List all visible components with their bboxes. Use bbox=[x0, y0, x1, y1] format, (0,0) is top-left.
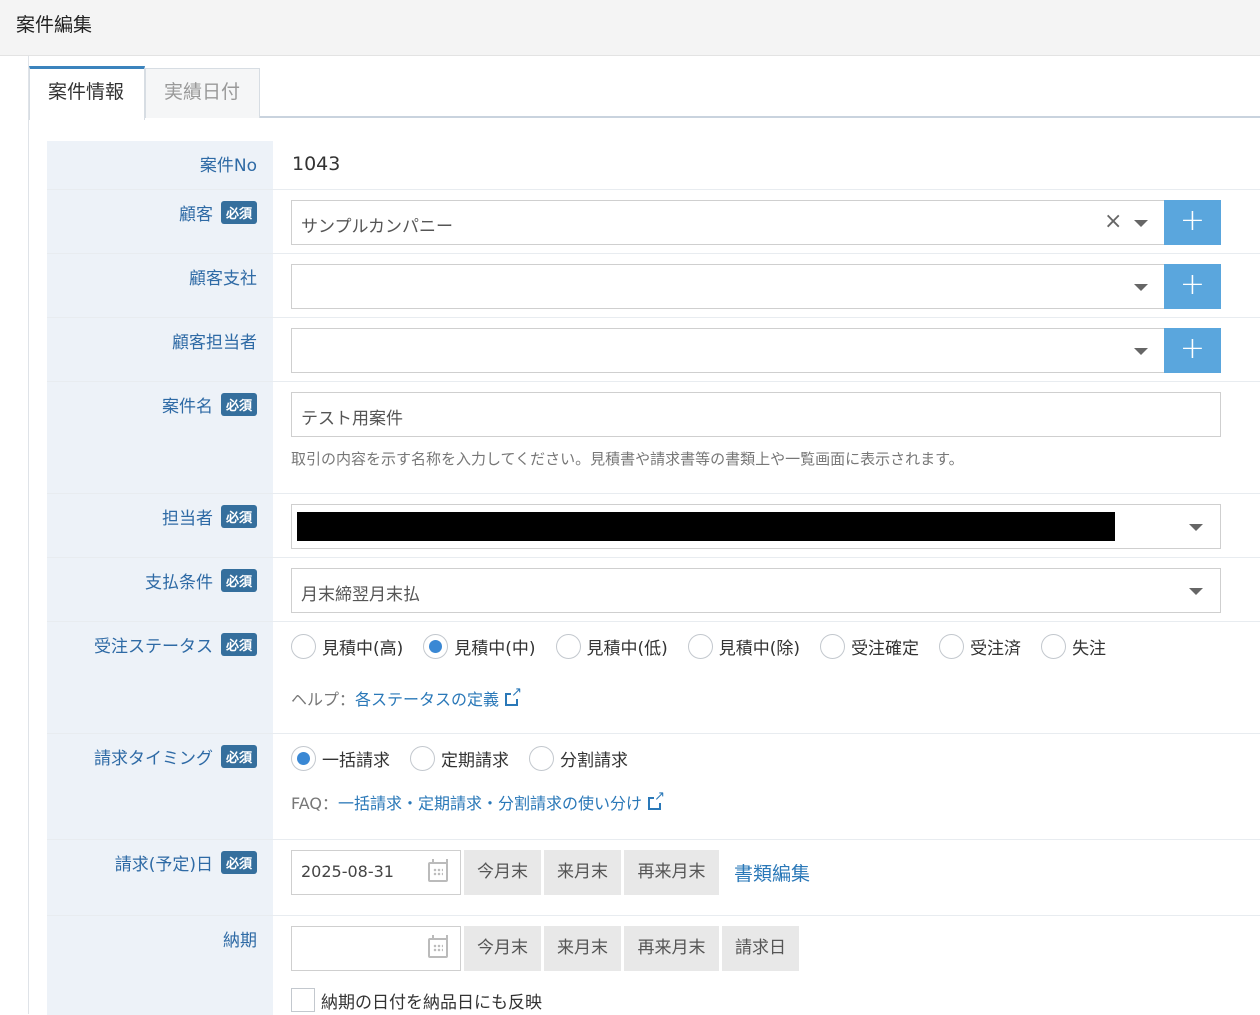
chevron-down-icon[interactable] bbox=[1134, 348, 1148, 355]
chevron-down-icon[interactable] bbox=[1189, 588, 1203, 595]
calendar-icon[interactable] bbox=[428, 859, 448, 882]
owner-select[interactable] bbox=[291, 504, 1221, 549]
required-badge: 必須 bbox=[220, 633, 257, 656]
redacted-value bbox=[297, 512, 1115, 541]
row-branch: 顧客支社 + bbox=[47, 253, 1260, 317]
status-option[interactable]: 見積中(中) bbox=[423, 634, 536, 659]
payment-label: 支払条件 bbox=[144, 573, 213, 593]
delivery-date-input[interactable] bbox=[291, 926, 461, 971]
row-status: 受注ステータス 必須 見積中(高) 見積中(中) 見積中(低) 見積中(除) 受注… bbox=[47, 621, 1260, 733]
row-billing-date: 請求(予定)日 必須 2025-08-31 今月末 来月末 再来月末 書類編集 bbox=[47, 839, 1260, 915]
sync-delivery-label: 納期の日付を納品日にも反映 bbox=[321, 993, 542, 1013]
required-badge: 必須 bbox=[220, 569, 257, 592]
status-option[interactable]: 見積中(除) bbox=[687, 634, 800, 659]
status-help-link[interactable]: 各ステータスの定義 bbox=[355, 690, 499, 709]
end-of-next-month-button[interactable]: 来月末 bbox=[544, 926, 621, 971]
external-link-icon bbox=[505, 686, 523, 706]
add-branch-button[interactable]: + bbox=[1164, 264, 1221, 309]
row-owner: 担当者 必須 bbox=[47, 493, 1260, 557]
required-badge: 必須 bbox=[220, 851, 257, 874]
billing-timing-option[interactable]: 一括請求 bbox=[291, 746, 390, 771]
row-payment: 支払条件 必須 月末締翌月末払 bbox=[47, 557, 1260, 621]
status-help: ヘルプ：各ステータスの定義 bbox=[291, 686, 523, 710]
row-customer: 顧客 必須 サンプルカンパニー × + bbox=[47, 189, 1260, 253]
status-label: 受注ステータス bbox=[93, 637, 213, 657]
chevron-down-icon[interactable] bbox=[1134, 284, 1148, 291]
add-customer-button[interactable]: + bbox=[1164, 200, 1221, 245]
page-title: 案件編集 bbox=[16, 14, 93, 36]
end-of-month-after-next-button[interactable]: 再来月末 bbox=[624, 850, 719, 895]
chevron-down-icon[interactable] bbox=[1134, 220, 1148, 227]
branch-select[interactable] bbox=[291, 264, 1165, 309]
case-name-label: 案件名 bbox=[161, 397, 213, 417]
row-delivery: 納期 今月末 来月末 再来月末 請求日 納期の日付を納品日にも反映 bbox=[47, 915, 1260, 1015]
billing-timing-faq: FAQ：一括請求・定期請求・分割請求の使い分け bbox=[291, 790, 666, 814]
chevron-down-icon[interactable] bbox=[1189, 524, 1203, 531]
case-no-label: 案件No bbox=[199, 156, 257, 176]
billing-date-input[interactable]: 2025-08-31 bbox=[291, 850, 461, 895]
status-option[interactable]: 受注確定 bbox=[820, 634, 919, 659]
end-of-month-after-next-button[interactable]: 再来月末 bbox=[624, 926, 719, 971]
contact-select[interactable] bbox=[291, 328, 1165, 373]
billing-timing-option[interactable]: 定期請求 bbox=[410, 746, 509, 771]
status-option[interactable]: 失注 bbox=[1041, 634, 1106, 659]
billing-date-button[interactable]: 請求日 bbox=[722, 926, 799, 971]
add-contact-button[interactable]: + bbox=[1164, 328, 1221, 373]
status-radio-group: 見積中(高) 見積中(中) 見積中(低) 見積中(除) 受注確定 受注済 失注 bbox=[291, 634, 1126, 659]
case-name-hint: 取引の内容を示す名称を入力してください。見積書や請求書等の書類上や一覧画面に表示… bbox=[291, 450, 964, 468]
edit-panel: 案件情報 実績日付 案件No 1043 顧客 必須 サンプルカンパニー × + 顧… bbox=[28, 56, 1260, 1015]
page-header: 案件編集 bbox=[0, 0, 1260, 56]
end-of-this-month-button[interactable]: 今月末 bbox=[464, 850, 541, 895]
status-option[interactable]: 受注済 bbox=[939, 634, 1021, 659]
billing-timing-label: 請求タイミング bbox=[93, 749, 213, 769]
tab-bar: 案件情報 実績日付 bbox=[29, 66, 1260, 120]
status-option[interactable]: 見積中(低) bbox=[555, 634, 668, 659]
contact-label: 顧客担当者 bbox=[172, 333, 257, 353]
edit-documents-link[interactable]: 書類編集 bbox=[734, 859, 810, 886]
row-billing-timing: 請求タイミング 必須 一括請求 定期請求 分割請求 FAQ：一括請求・定期請求・分… bbox=[47, 733, 1260, 839]
billing-timing-radio-group: 一括請求 定期請求 分割請求 bbox=[291, 746, 648, 771]
billing-timing-option[interactable]: 分割請求 bbox=[529, 746, 628, 771]
tab-actual-dates[interactable]: 実績日付 bbox=[145, 68, 260, 118]
external-link-icon bbox=[648, 790, 666, 810]
tab-case-info[interactable]: 案件情報 bbox=[29, 66, 145, 120]
clear-icon[interactable]: × bbox=[1104, 209, 1122, 234]
customer-value: サンプルカンパニー bbox=[301, 217, 453, 237]
required-badge: 必須 bbox=[220, 745, 257, 768]
customer-label: 顧客 bbox=[178, 205, 213, 225]
row-contact: 顧客担当者 + bbox=[47, 317, 1260, 381]
delivery-label: 納期 bbox=[223, 931, 257, 951]
end-of-next-month-button[interactable]: 来月末 bbox=[544, 850, 621, 895]
branch-label: 顧客支社 bbox=[189, 269, 257, 289]
customer-select[interactable]: サンプルカンパニー × bbox=[291, 200, 1165, 245]
owner-label: 担当者 bbox=[161, 509, 213, 529]
row-case-name: 案件名 必須 テスト用案件 取引の内容を示す名称を入力してください。見積書や請求書… bbox=[47, 381, 1260, 493]
sync-delivery-checkbox[interactable] bbox=[291, 988, 315, 1012]
status-option[interactable]: 見積中(高) bbox=[291, 634, 403, 659]
calendar-icon[interactable] bbox=[428, 935, 448, 958]
payment-select[interactable]: 月末締翌月末払 bbox=[291, 568, 1221, 613]
required-badge: 必須 bbox=[220, 393, 257, 416]
required-badge: 必須 bbox=[220, 505, 257, 528]
required-badge: 必須 bbox=[220, 201, 257, 224]
billing-date-label: 請求(予定)日 bbox=[114, 855, 213, 875]
case-no-value: 1043 bbox=[292, 153, 341, 175]
case-name-input[interactable]: テスト用案件 bbox=[291, 392, 1221, 437]
billing-timing-faq-link[interactable]: 一括請求・定期請求・分割請求の使い分け bbox=[338, 794, 642, 813]
end-of-this-month-button[interactable]: 今月末 bbox=[464, 926, 541, 971]
row-case-no: 案件No 1043 bbox=[47, 141, 1260, 189]
